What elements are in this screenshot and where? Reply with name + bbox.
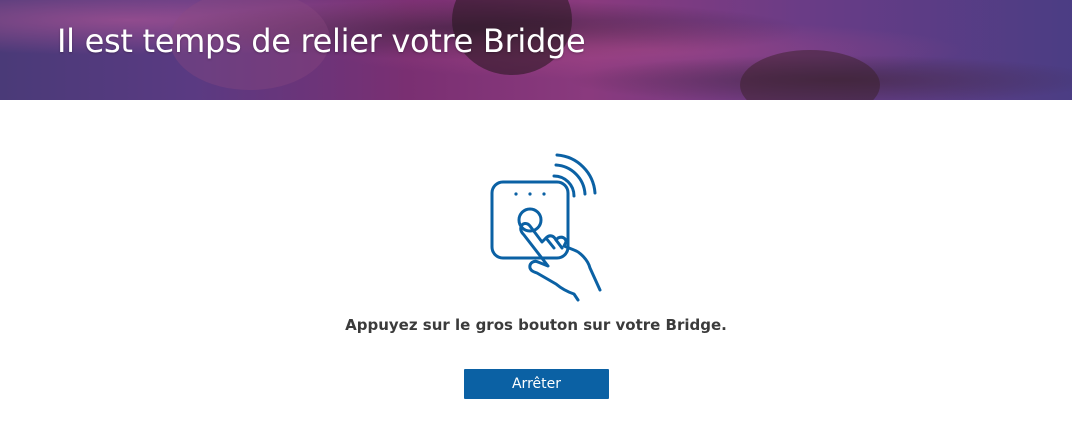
- page-title: Il est temps de relier votre Bridge: [57, 22, 586, 60]
- stop-button[interactable]: Arrêter: [464, 369, 609, 399]
- bridge-link-page: Il est temps de relier votre Bridge Appu…: [0, 0, 1072, 429]
- header-banner: Il est temps de relier votre Bridge: [0, 0, 1072, 100]
- instruction-text: Appuyez sur le gros bouton sur votre Bri…: [345, 316, 727, 334]
- bridge-push-button-icon: [490, 153, 602, 302]
